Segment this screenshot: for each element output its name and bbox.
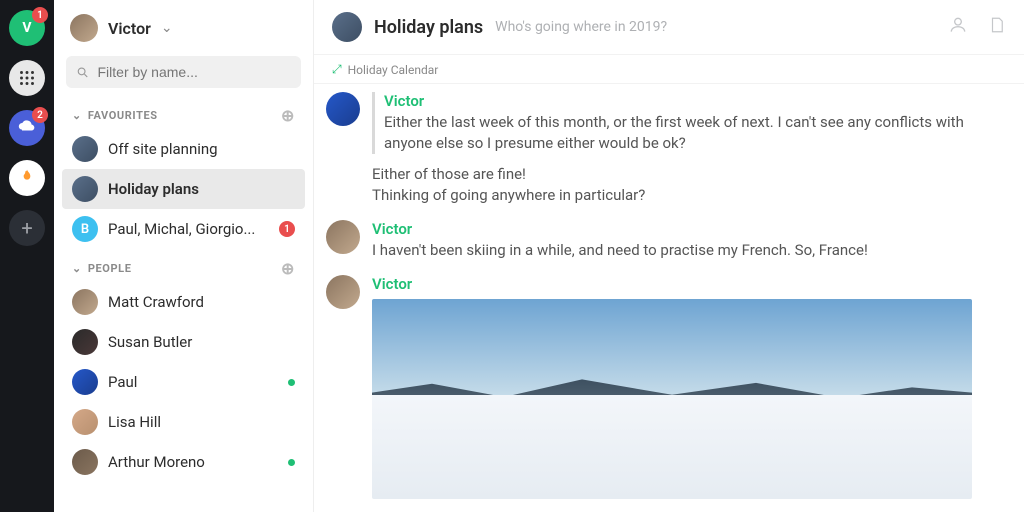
room-off-site-planning[interactable]: Off site planning [62, 129, 305, 169]
workspace-dots[interactable] [9, 60, 45, 96]
room-title: Holiday plans [374, 17, 483, 38]
user-avatar [70, 14, 98, 42]
file-icon [988, 15, 1006, 35]
widget-bar: ⤢ Holiday Calendar [314, 55, 1024, 84]
message-author: Victor [372, 275, 1012, 293]
members-button[interactable] [948, 15, 968, 39]
workspace-victor[interactable]: V 1 [9, 10, 45, 46]
room-avatar [72, 136, 98, 162]
room-label: Holiday plans [108, 180, 295, 198]
dm-arthur-moreno[interactable]: Arthur Moreno [62, 442, 305, 482]
favourites-section: ⌄ FAVOURITES ⊕ Off site planning Holiday… [54, 102, 313, 255]
people-header[interactable]: ⌄ PEOPLE ⊕ [62, 255, 305, 282]
room-label: Paul, Michal, Giorgio... [108, 220, 269, 238]
notification-badge: 2 [32, 107, 48, 123]
favourites-header[interactable]: ⌄ FAVOURITES ⊕ [62, 102, 305, 129]
user-avatar [72, 409, 98, 435]
room-topic: Who's going where in 2019? [495, 19, 667, 35]
dm-matt-crawford[interactable]: Matt Crawford [62, 282, 305, 322]
message: Victor I haven't been skiing in a while,… [326, 220, 1012, 261]
message-author: Victor [372, 220, 1012, 238]
room-avatar [72, 176, 98, 202]
message-text: I haven't been skiing in a while, and ne… [372, 240, 1012, 261]
sidebar: Victor ⌄ ⌄ FAVOURITES ⊕ Off site plannin… [54, 0, 314, 512]
workspace-rail: V 1 2 + [0, 0, 54, 512]
filter-input[interactable] [98, 64, 292, 80]
user-avatar [72, 449, 98, 475]
user-label: Lisa Hill [108, 413, 295, 431]
user-label: Paul [108, 373, 278, 391]
dm-paul[interactable]: Paul [62, 362, 305, 402]
expand-icon: ⤢ [332, 62, 342, 77]
online-indicator [288, 379, 295, 386]
message-avatar [326, 92, 360, 126]
user-label: Matt Crawford [108, 293, 295, 311]
section-label: FAVOURITES [88, 109, 158, 122]
workspace-cloud[interactable]: 2 [9, 110, 45, 146]
user-label: Susan Butler [108, 333, 295, 351]
room-header: Holiday plans Who's going where in 2019? [314, 0, 1024, 55]
room-holiday-plans[interactable]: Holiday plans [62, 169, 305, 209]
person-icon [948, 15, 968, 35]
chevron-down-icon: ⌄ [161, 20, 173, 36]
widget-holiday-calendar[interactable]: ⤢ Holiday Calendar [332, 62, 438, 77]
add-favourite-button[interactable]: ⊕ [281, 106, 295, 125]
add-person-button[interactable]: ⊕ [281, 259, 295, 278]
room-label: Off site planning [108, 140, 295, 158]
room-avatar: B [72, 216, 98, 242]
chevron-down-icon: ⌄ [72, 109, 82, 122]
dm-lisa-hill[interactable]: Lisa Hill [62, 402, 305, 442]
message-text: Either the last week of this month, or t… [384, 112, 1012, 154]
workspace-name: Victor [108, 19, 151, 38]
message-avatar [326, 275, 360, 309]
unread-badge: 1 [279, 221, 295, 237]
add-workspace-button[interactable]: + [9, 210, 45, 246]
message: Victor [326, 275, 1012, 499]
user-label: Arthur Moreno [108, 453, 278, 471]
search-icon [76, 65, 90, 80]
widget-label: Holiday Calendar [348, 63, 439, 77]
notification-badge: 1 [32, 7, 48, 23]
user-avatar [72, 289, 98, 315]
flame-icon [17, 168, 37, 188]
workspace-letter: V [22, 20, 31, 36]
online-indicator [288, 459, 295, 466]
message-text: Either of those are fine! [372, 164, 1012, 185]
files-button[interactable] [988, 15, 1006, 39]
message-avatar [326, 220, 360, 254]
message-image[interactable] [372, 299, 972, 499]
user-avatar [72, 369, 98, 395]
people-section: ⌄ PEOPLE ⊕ Matt Crawford Susan Butler Pa… [54, 255, 313, 488]
workspace-flame[interactable] [9, 160, 45, 196]
dm-susan-butler[interactable]: Susan Butler [62, 322, 305, 362]
plus-icon: + [21, 216, 32, 240]
workspace-switcher[interactable]: Victor ⌄ [54, 0, 313, 56]
message: Victor Either the last week of this mont… [326, 92, 1012, 206]
room-avatar [332, 12, 362, 42]
message-thread: Victor Either the last week of this mont… [314, 84, 1024, 512]
message-text: Thinking of going anywhere in particular… [372, 185, 1012, 206]
user-avatar [72, 329, 98, 355]
filter-rooms[interactable] [66, 56, 301, 88]
room-group-chat[interactable]: B Paul, Michal, Giorgio... 1 [62, 209, 305, 249]
dots-grid-icon [16, 67, 38, 89]
section-label: PEOPLE [88, 262, 132, 275]
chevron-down-icon: ⌄ [72, 262, 82, 275]
main-panel: Holiday plans Who's going where in 2019?… [314, 0, 1024, 512]
message-author: Victor [384, 92, 1012, 110]
